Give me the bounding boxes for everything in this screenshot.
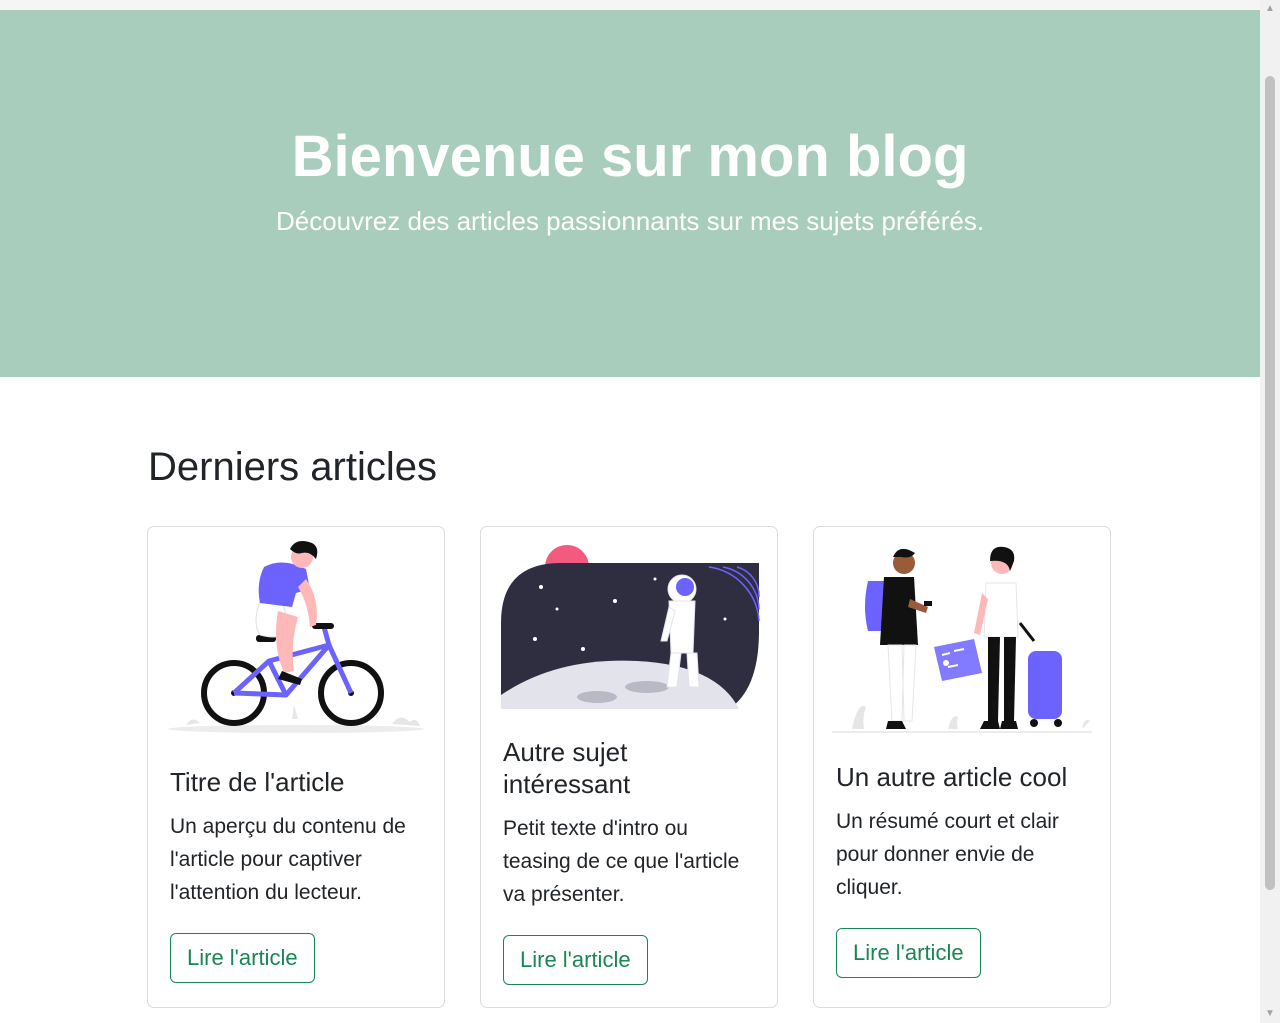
scroll-up-icon[interactable]: ▲ xyxy=(1260,0,1280,18)
read-article-button[interactable]: Lire l'article xyxy=(170,933,315,983)
travelers-icon xyxy=(832,546,1092,733)
read-article-button[interactable]: Lire l'article xyxy=(836,928,981,978)
article-card: Titre de l'article Un aperçu du contenu … xyxy=(147,526,445,1008)
cyclist-icon xyxy=(168,541,424,733)
article-excerpt: Un aperçu du contenu de l'article pour c… xyxy=(170,815,406,904)
hero-banner: Bienvenue sur mon blog Découvrez des art… xyxy=(0,10,1260,377)
article-excerpt: Un résumé court et clair pour donner env… xyxy=(836,810,1059,899)
article-title: Un autre article cool xyxy=(836,762,1068,792)
astronaut-icon xyxy=(501,545,760,709)
article-title: Autre sujet intéressant xyxy=(503,737,631,799)
hero-subtitle: Découvrez des articles passionnants sur … xyxy=(275,206,985,236)
scroll-down-icon[interactable]: ▼ xyxy=(1260,1005,1280,1023)
read-article-button[interactable]: Lire l'article xyxy=(503,935,648,985)
hero-title: Bienvenue sur mon blog xyxy=(291,124,969,189)
section-title: Derniers articles xyxy=(148,445,437,489)
article-card: Autre sujet intéressant Petit texte d'in… xyxy=(480,526,778,1008)
vertical-scrollbar[interactable]: ▲ ▼ xyxy=(1260,0,1280,1023)
scrollbar-thumb[interactable] xyxy=(1265,76,1275,890)
browser-top-strip xyxy=(0,0,1260,10)
article-title: Titre de l'article xyxy=(170,767,345,797)
article-excerpt: Petit texte d'intro ou teasing de ce que… xyxy=(503,817,740,906)
article-card: Un autre article cool Un résumé court et… xyxy=(813,526,1111,1008)
